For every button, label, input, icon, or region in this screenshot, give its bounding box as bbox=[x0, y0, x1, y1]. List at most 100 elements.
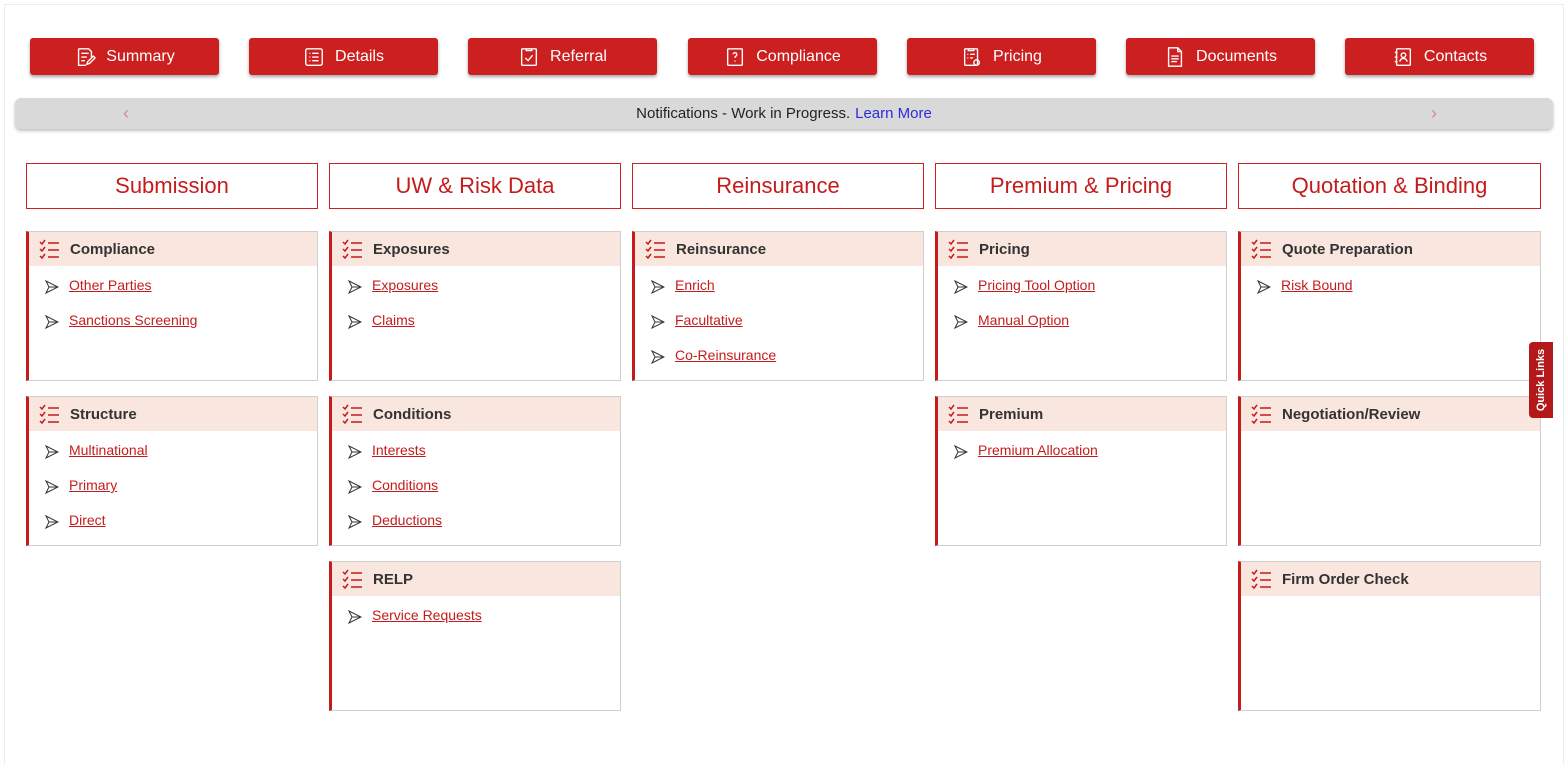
send-icon bbox=[45, 315, 59, 329]
link-exposures[interactable]: Exposures bbox=[372, 277, 438, 293]
column-header-reinsurance: Reinsurance bbox=[632, 163, 924, 209]
documents-button[interactable]: Documents bbox=[1126, 38, 1315, 75]
link-primary[interactable]: Primary bbox=[69, 477, 117, 493]
card-negotiation-review: Negotiation/Review bbox=[1238, 396, 1541, 546]
link-enrich[interactable]: Enrich bbox=[675, 277, 715, 293]
checklist-icon bbox=[1251, 239, 1271, 259]
link-multinational[interactable]: Multinational bbox=[69, 442, 148, 458]
notification-next-arrow[interactable]: › bbox=[1431, 103, 1437, 124]
link-other-parties[interactable]: Other Parties bbox=[69, 277, 151, 293]
send-icon bbox=[45, 445, 59, 459]
list-item: Direct bbox=[29, 510, 317, 545]
card-title: Negotiation/Review bbox=[1282, 405, 1421, 423]
notification-prev-arrow[interactable]: ‹ bbox=[123, 103, 129, 124]
card-header: Premium bbox=[938, 397, 1226, 431]
link-premium-allocation[interactable]: Premium Allocation bbox=[978, 442, 1098, 458]
link-service-requests[interactable]: Service Requests bbox=[372, 607, 482, 623]
contacts-button[interactable]: Contacts bbox=[1345, 38, 1534, 75]
link-conditions[interactable]: Conditions bbox=[372, 477, 438, 493]
list-item: Interests bbox=[332, 440, 620, 475]
details-icon bbox=[305, 47, 323, 66]
link-facultative[interactable]: Facultative bbox=[675, 312, 743, 328]
list-item: Co-Reinsurance bbox=[635, 345, 923, 380]
send-icon bbox=[954, 445, 968, 459]
list-item: Deductions bbox=[332, 510, 620, 545]
card-premium: Premium Premium Allocation bbox=[935, 396, 1227, 546]
send-icon bbox=[45, 280, 59, 294]
list-item: Conditions bbox=[332, 475, 620, 510]
checklist-icon bbox=[645, 239, 665, 259]
link-pricing-tool-option[interactable]: Pricing Tool Option bbox=[978, 277, 1095, 293]
link-claims[interactable]: Claims bbox=[372, 312, 415, 328]
link-direct[interactable]: Direct bbox=[69, 512, 106, 528]
checklist-icon bbox=[342, 404, 362, 424]
card-header: Negotiation/Review bbox=[1241, 397, 1540, 431]
card-header: Pricing bbox=[938, 232, 1226, 266]
contacts-label: Contacts bbox=[1423, 47, 1488, 65]
quick-links-tab[interactable]: Quick Links bbox=[1529, 342, 1553, 418]
compliance-label: Compliance bbox=[756, 47, 841, 65]
card-conditions: Conditions Interests Conditions Deductio… bbox=[329, 396, 621, 546]
card-title: Structure bbox=[70, 405, 137, 423]
card-exposures: Exposures Exposures Claims bbox=[329, 231, 621, 381]
send-icon bbox=[45, 480, 59, 494]
card-title: Compliance bbox=[70, 240, 156, 258]
link-interests[interactable]: Interests bbox=[372, 442, 426, 458]
notification-text: Notifications - Work in Progress. bbox=[636, 105, 851, 122]
send-icon bbox=[348, 445, 362, 459]
list-item: Other Parties bbox=[29, 275, 317, 310]
link-manual-option[interactable]: Manual Option bbox=[978, 312, 1069, 328]
send-icon bbox=[954, 280, 968, 294]
card-header: Quote Preparation bbox=[1241, 232, 1540, 266]
column-header-quotation-binding: Quotation & Binding bbox=[1238, 163, 1541, 209]
checklist-icon bbox=[39, 404, 59, 424]
learn-more-link[interactable]: Learn More bbox=[855, 105, 932, 122]
quick-links-label: Quick Links bbox=[1535, 348, 1548, 412]
card-title: Pricing bbox=[979, 240, 1030, 258]
pricing-button[interactable]: Pricing bbox=[907, 38, 1096, 75]
checklist-icon bbox=[342, 569, 362, 589]
checklist-icon bbox=[948, 239, 968, 259]
summary-button[interactable]: Summary bbox=[30, 38, 219, 75]
link-deductions[interactable]: Deductions bbox=[372, 512, 442, 528]
checklist-icon bbox=[342, 239, 362, 259]
notification-bar: ‹ Notifications - Work in Progress. Lear… bbox=[15, 98, 1553, 129]
send-icon bbox=[348, 280, 362, 294]
card-pricing: Pricing Pricing Tool Option Manual Optio… bbox=[935, 231, 1227, 381]
checklist-icon bbox=[948, 404, 968, 424]
link-risk-bound[interactable]: Risk Bound bbox=[1281, 277, 1353, 293]
list-item: Risk Bound bbox=[1241, 275, 1540, 310]
compliance-button[interactable]: Compliance bbox=[688, 38, 877, 75]
card-header: Exposures bbox=[332, 232, 620, 266]
list-item: Manual Option bbox=[938, 310, 1226, 345]
send-icon bbox=[348, 610, 362, 624]
card-header: Conditions bbox=[332, 397, 620, 431]
send-icon bbox=[348, 515, 362, 529]
column-header-premium-pricing: Premium & Pricing bbox=[935, 163, 1227, 209]
referral-label: Referral bbox=[550, 47, 607, 65]
link-co-reinsurance[interactable]: Co-Reinsurance bbox=[675, 347, 776, 363]
pricing-label: Pricing bbox=[993, 47, 1042, 65]
list-item: Service Requests bbox=[332, 605, 620, 640]
list-item: Sanctions Screening bbox=[29, 310, 317, 345]
card-reinsurance: Reinsurance Enrich Facultative Co-Reinsu… bbox=[632, 231, 924, 381]
contacts-icon bbox=[1394, 47, 1411, 66]
list-item: Pricing Tool Option bbox=[938, 275, 1226, 310]
referral-button[interactable]: Referral bbox=[468, 38, 657, 75]
list-item: Premium Allocation bbox=[938, 440, 1226, 475]
send-icon bbox=[651, 350, 665, 364]
card-compliance: Compliance Other Parties Sanctions Scree… bbox=[26, 231, 318, 381]
checklist-icon bbox=[1251, 569, 1271, 589]
list-item: Exposures bbox=[332, 275, 620, 310]
checklist-icon bbox=[39, 239, 59, 259]
compliance-icon bbox=[727, 47, 744, 66]
link-sanctions-screening[interactable]: Sanctions Screening bbox=[69, 312, 197, 328]
column-header-uw-risk-data: UW & Risk Data bbox=[329, 163, 621, 209]
details-button[interactable]: Details bbox=[249, 38, 438, 75]
card-quote-preparation: Quote Preparation Risk Bound bbox=[1238, 231, 1541, 381]
checklist-icon bbox=[1251, 404, 1271, 424]
summary-label: Summary bbox=[106, 47, 175, 65]
card-title: Conditions bbox=[373, 405, 452, 423]
send-icon bbox=[45, 515, 59, 529]
list-item: Enrich bbox=[635, 275, 923, 310]
